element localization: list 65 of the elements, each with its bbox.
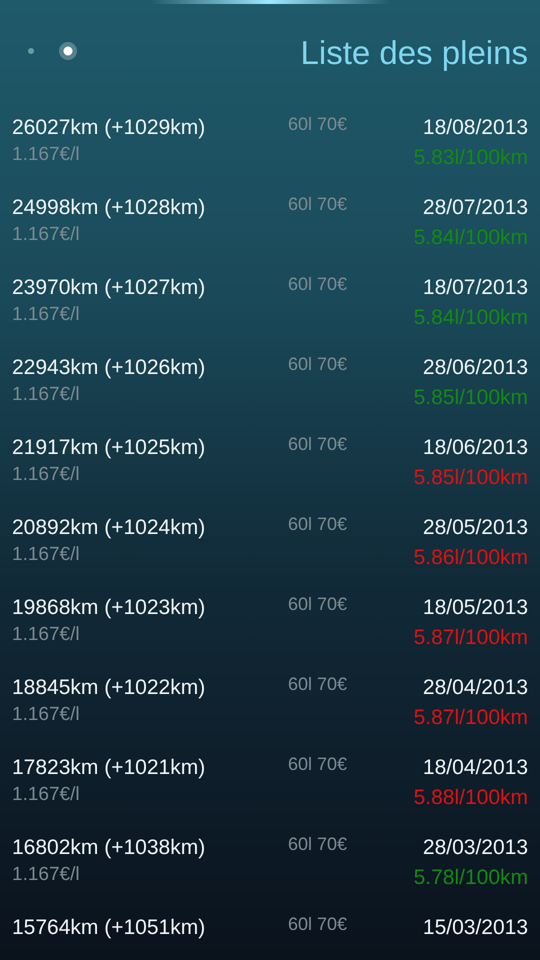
fill-text: 60l 70€ <box>288 274 348 295</box>
page-title: Liste des pleins <box>300 34 528 72</box>
fill-text: 60l 70€ <box>288 594 348 615</box>
date-text: 18/07/2013 <box>422 276 528 300</box>
fill-text: 60l 70€ <box>288 354 348 375</box>
price-text: 1.167€/l <box>12 544 81 566</box>
fuel-entry[interactable]: 24998km (+1028km) 1.167€/l 60l 70€ 28/07/2013 5.84l/100km <box>0 192 540 272</box>
fuel-entry[interactable]: 22943km (+1026km) 1.167€/l 60l 70€ 28/06/2013 5.85l/100km <box>0 352 540 432</box>
fuel-entry[interactable]: 23970km (+1027km) 1.167€/l 60l 70€ 18/07/2013 5.84l/100km <box>0 272 540 352</box>
consumption-text: 5.85l/100km <box>414 386 528 410</box>
fill-text: 60l 70€ <box>288 514 348 535</box>
odometer-text: 17823km (+1021km) <box>12 756 206 780</box>
fuel-entry[interactable]: 17823km (+1021km) 1.167€/l 60l 70€ 18/04/2013 5.88l/100km <box>0 752 540 832</box>
consumption-text: 5.84l/100km <box>414 306 528 330</box>
odometer-text: 16802km (+1038km) <box>12 836 206 860</box>
consumption-text: 5.87l/100km <box>414 706 528 730</box>
odometer-text: 19868km (+1023km) <box>12 596 206 620</box>
fuel-entry[interactable]: 16802km (+1038km) 1.167€/l 60l 70€ 28/03/2013 5.78l/100km <box>0 832 540 912</box>
price-text: 1.167€/l <box>12 144 81 166</box>
fill-text: 60l 70€ <box>288 674 348 695</box>
odometer-text: 21917km (+1025km) <box>12 436 206 460</box>
odometer-text: 24998km (+1028km) <box>12 196 206 220</box>
fill-text: 60l 70€ <box>288 434 348 455</box>
date-text: 18/05/2013 <box>422 596 528 620</box>
date-text: 28/03/2013 <box>422 836 528 860</box>
price-text: 1.167€/l <box>12 464 81 486</box>
fill-text: 60l 70€ <box>288 914 348 935</box>
consumption-text: 5.87l/100km <box>414 626 528 650</box>
price-text: 1.167€/l <box>12 384 81 406</box>
fuel-entry[interactable]: 18845km (+1022km) 1.167€/l 60l 70€ 28/04/2013 5.87l/100km <box>0 672 540 752</box>
consumption-text: 5.88l/100km <box>414 786 528 810</box>
odometer-text: 15764km (+1051km) <box>12 916 206 940</box>
consumption-text: 5.78l/100km <box>414 866 528 890</box>
odometer-text: 23970km (+1027km) <box>12 276 206 300</box>
fill-text: 60l 70€ <box>288 194 348 215</box>
odometer-text: 20892km (+1024km) <box>12 516 206 540</box>
fill-text: 60l 70€ <box>288 834 348 855</box>
odometer-text: 22943km (+1026km) <box>12 356 206 380</box>
price-text: 1.167€/l <box>12 304 81 326</box>
price-text: 1.167€/l <box>12 624 81 646</box>
consumption-text: 5.83l/100km <box>414 146 528 170</box>
fill-text: 60l 70€ <box>288 754 348 775</box>
price-text: 1.167€/l <box>12 864 81 886</box>
price-text: 1.167€/l <box>12 224 81 246</box>
date-text: 28/04/2013 <box>422 676 528 700</box>
date-text: 28/06/2013 <box>422 356 528 380</box>
date-text: 18/04/2013 <box>422 756 528 780</box>
fuel-entry[interactable]: 15764km (+1051km) 60l 70€ 15/03/2013 <box>0 912 540 960</box>
date-text: 28/07/2013 <box>422 196 528 220</box>
price-text: 1.167€/l <box>12 784 81 806</box>
fill-text: 60l 70€ <box>288 114 348 135</box>
fuel-entry[interactable]: 19868km (+1023km) 1.167€/l 60l 70€ 18/05/2013 5.87l/100km <box>0 592 540 672</box>
consumption-text: 5.84l/100km <box>414 226 528 250</box>
odometer-text: 18845km (+1022km) <box>12 676 206 700</box>
date-text: 28/05/2013 <box>422 516 528 540</box>
fuel-entry[interactable]: 21917km (+1025km) 1.167€/l 60l 70€ 18/06/2013 5.85l/100km <box>0 432 540 512</box>
date-text: 15/03/2013 <box>422 916 528 940</box>
consumption-text: 5.85l/100km <box>414 466 528 490</box>
price-text: 1.167€/l <box>12 704 81 726</box>
date-text: 18/08/2013 <box>422 116 528 140</box>
date-text: 18/06/2013 <box>422 436 528 460</box>
odometer-text: 26027km (+1029km) <box>12 116 206 140</box>
fuel-entry[interactable]: 20892km (+1024km) 1.167€/l 60l 70€ 28/05/2013 5.86l/100km <box>0 512 540 592</box>
consumption-text: 5.86l/100km <box>414 546 528 570</box>
fuel-entry[interactable]: 26027km (+1029km) 1.167€/l 60l 70€ 18/08/2013 5.83l/100km <box>0 112 540 192</box>
